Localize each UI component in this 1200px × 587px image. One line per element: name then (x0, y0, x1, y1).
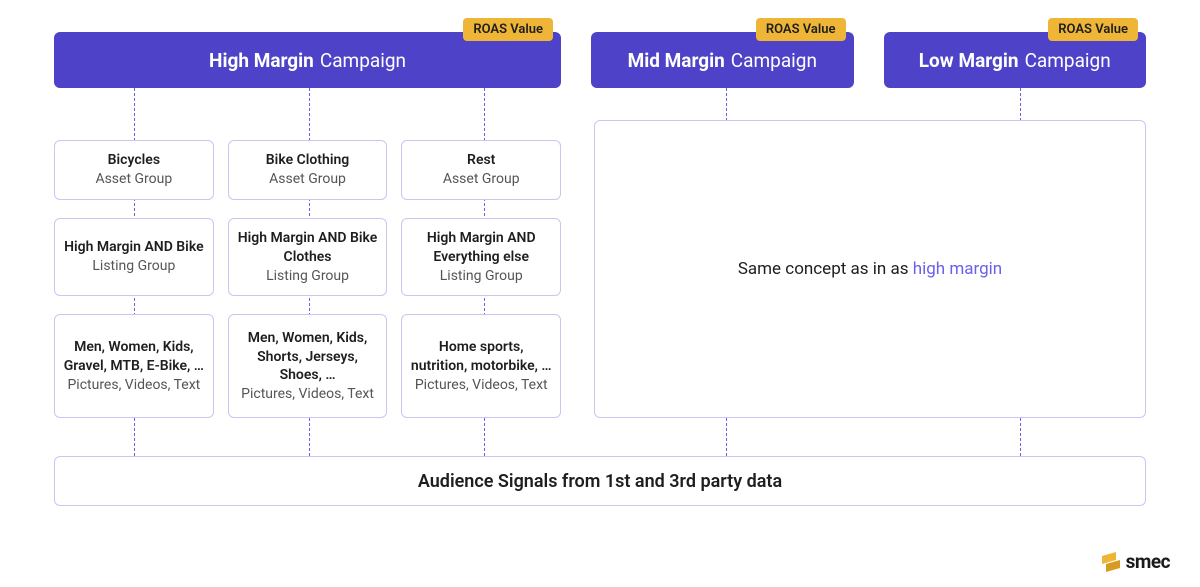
logo-text: smec (1126, 550, 1170, 573)
card-media: Pictures, Videos, Text (67, 376, 200, 395)
card-media: Pictures, Videos, Text (241, 385, 374, 404)
card-media: Pictures, Videos, Text (415, 376, 548, 395)
listing-group-card: High Margin AND Everything else Listing … (401, 218, 561, 297)
card-sub: Asset Group (95, 170, 172, 189)
card-title: Men, Women, Kids, Shorts, Jerseys, Shoes… (237, 329, 379, 386)
card-title: Men, Women, Kids, Gravel, MTB, E-Bike, … (63, 338, 205, 376)
campaign-header-rest: Campaign (1025, 49, 1111, 72)
roas-badge: ROAS Value (756, 18, 846, 41)
campaign-header-strong: Low Margin (919, 49, 1019, 72)
roas-badge: ROAS Value (463, 18, 553, 41)
items-card: Home sports, nutrition, motorbike, … Pic… (401, 314, 561, 418)
card-sub: Asset Group (269, 170, 346, 189)
card-title: Home sports, nutrition, motorbike, … (410, 338, 552, 376)
card-title: Bike Clothing (266, 151, 349, 170)
campaign-high-margin: ROAS Value High Margin Campaign Bicycles… (54, 20, 561, 418)
logo-icon (1102, 552, 1120, 572)
campaign-header-strong: Mid Margin (628, 49, 725, 72)
asset-group-card: Bike Clothing Asset Group (228, 140, 388, 200)
campaign-header-strong: High Margin (209, 49, 314, 72)
card-title: High Margin AND Bike (64, 238, 204, 257)
campaign-header-rest: Campaign (731, 49, 817, 72)
listing-group-card: High Margin AND Bike Clothes Listing Gro… (228, 218, 388, 297)
card-title: Bicycles (108, 151, 160, 170)
listing-group-card: High Margin AND Bike Listing Group (54, 218, 214, 297)
asset-group-card: Rest Asset Group (401, 140, 561, 200)
card-sub: Listing Group (266, 267, 349, 286)
same-concept-prefix: Same concept as in as (738, 259, 913, 279)
card-sub: Listing Group (440, 267, 523, 286)
audience-signals-box: Audience Signals from 1st and 3rd party … (54, 456, 1146, 506)
card-sub: Listing Group (92, 257, 175, 276)
campaign-header-rest: Campaign (320, 49, 406, 72)
items-card: Men, Women, Kids, Gravel, MTB, E-Bike, …… (54, 314, 214, 418)
audience-signals-label: Audience Signals from 1st and 3rd party … (418, 471, 782, 492)
asset-group-card: Bicycles Asset Group (54, 140, 214, 200)
card-sub: Asset Group (443, 170, 520, 189)
items-card: Men, Women, Kids, Shorts, Jerseys, Shoes… (228, 314, 388, 418)
card-title: High Margin AND Everything else (410, 229, 552, 267)
same-concept-link: high margin (913, 259, 1002, 279)
card-title: High Margin AND Bike Clothes (237, 229, 379, 267)
same-concept-wrap: Same concept as in as high margin (594, 120, 1146, 418)
asset-group-row: Bicycles Asset Group Bike Clothing Asset… (54, 140, 561, 200)
same-concept-box: Same concept as in as high margin (594, 120, 1146, 418)
brand-logo: smec (1102, 550, 1170, 573)
items-row: Men, Women, Kids, Gravel, MTB, E-Bike, …… (54, 314, 561, 418)
card-title: Rest (467, 151, 495, 170)
roas-badge: ROAS Value (1048, 18, 1138, 41)
listing-group-row: High Margin AND Bike Listing Group High … (54, 218, 561, 297)
